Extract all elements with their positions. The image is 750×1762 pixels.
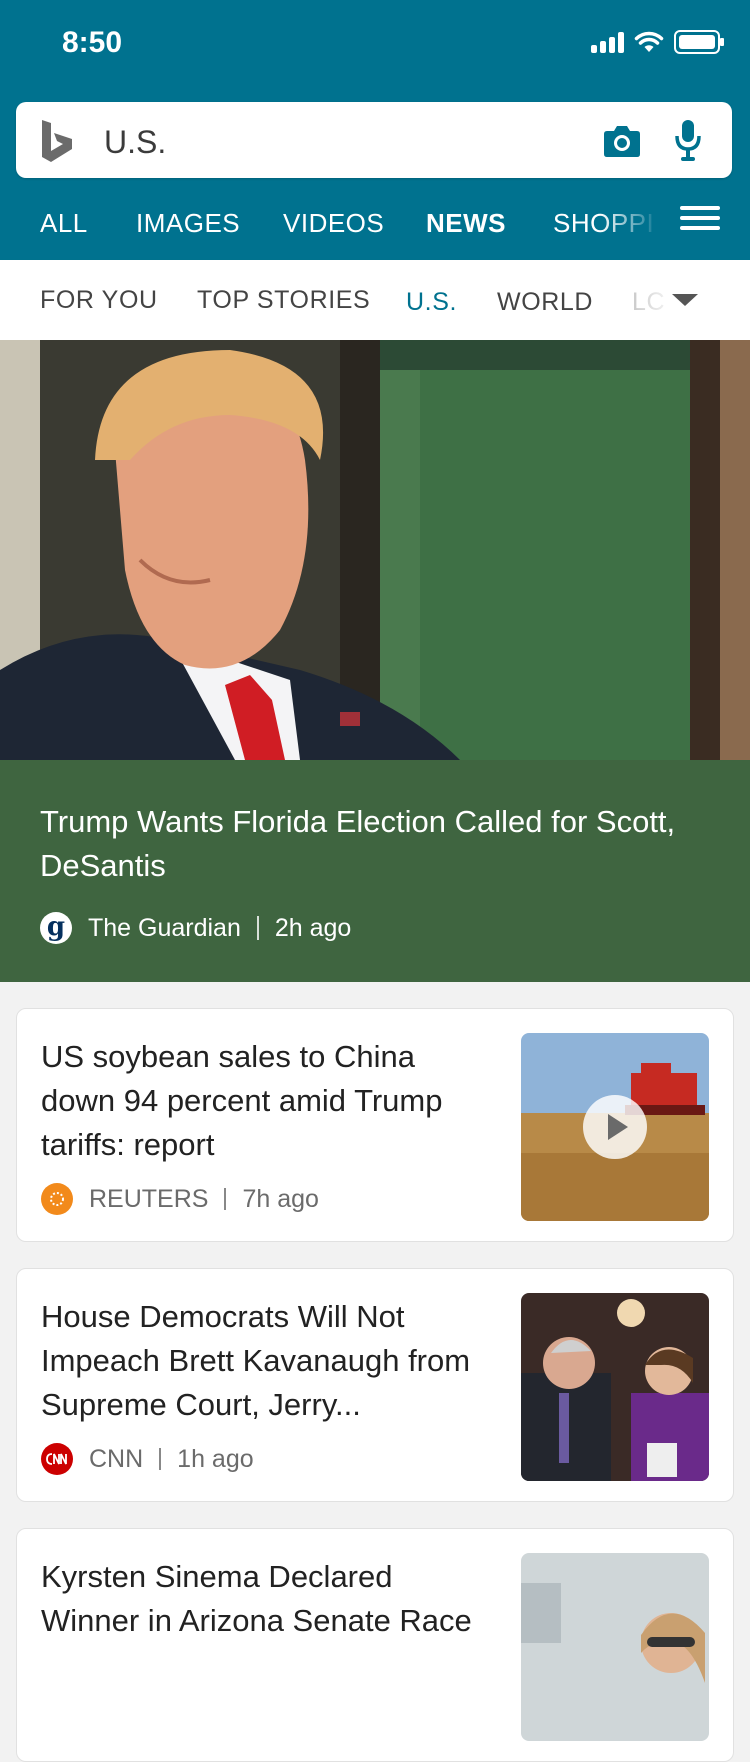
article-headline[interactable]: Kyrsten Sinema Declared Winner in Arizon… [41, 1555, 481, 1643]
news-card-kavanaugh[interactable]: House Democrats Will Not Impeach Brett K… [16, 1268, 734, 1502]
hero-image[interactable] [0, 340, 750, 760]
article-thumbnail[interactable] [521, 1293, 709, 1481]
guardian-logo-icon: g [40, 912, 72, 944]
article-meta: REUTERS 7h ago [41, 1183, 319, 1215]
hamburger-menu-icon[interactable] [680, 200, 720, 240]
hero-photo-illustration [0, 340, 750, 760]
democrats-photo [521, 1293, 709, 1481]
bing-logo-icon[interactable] [38, 118, 78, 164]
meta-divider [159, 1448, 162, 1470]
article-headline[interactable]: House Democrats Will Not Impeach Brett K… [41, 1295, 481, 1427]
news-card-sinema[interactable]: Kyrsten Sinema Declared Winner in Arizon… [16, 1528, 734, 1762]
subtab-us[interactable]: U.S. [406, 288, 457, 317]
wifi-icon [634, 31, 664, 52]
status-time: 8:50 [62, 26, 123, 59]
subtab-for-you[interactable]: FOR YOU [40, 286, 158, 315]
tabs-fade-overlay [600, 188, 750, 260]
subtab-world[interactable]: WORLD [497, 288, 593, 317]
article-source: REUTERS [89, 1184, 209, 1213]
cnn-logo-icon [41, 1443, 73, 1475]
meta-divider [256, 916, 259, 940]
search-input[interactable]: U.S. [104, 124, 166, 161]
hero-article[interactable]: Trump Wants Florida Election Called for … [0, 760, 750, 982]
hero-headline[interactable]: Trump Wants Florida Election Called for … [40, 800, 720, 888]
battery-icon [674, 30, 724, 54]
play-video-icon[interactable] [583, 1095, 647, 1159]
tab-videos[interactable]: VIDEOS [283, 208, 384, 239]
article-meta: CNN 1h ago [41, 1443, 254, 1475]
article-thumbnail[interactable] [521, 1553, 709, 1741]
microphone-icon[interactable] [672, 118, 704, 162]
hero-meta: g The Guardian 2h ago [40, 912, 351, 944]
guardian-logo-letter: g [46, 911, 66, 942]
subtab-top-stories[interactable]: TOP STORIES [197, 286, 370, 315]
news-category-tabs: FOR YOU TOP STORIES U.S. WORLD LC [0, 260, 750, 340]
hero-source: The Guardian [88, 913, 241, 942]
tab-news[interactable]: NEWS [426, 208, 506, 239]
news-card-soybean[interactable]: US soybean sales to China down 94 percen… [16, 1008, 734, 1242]
cellular-signal-icon [591, 31, 624, 53]
article-thumbnail[interactable] [521, 1033, 709, 1221]
article-headline[interactable]: US soybean sales to China down 94 percen… [41, 1035, 481, 1167]
sinema-photo [521, 1553, 709, 1741]
meta-divider [224, 1188, 227, 1210]
article-time: 1h ago [177, 1444, 254, 1473]
search-box[interactable]: U.S. [16, 102, 732, 178]
tab-images[interactable]: IMAGES [136, 208, 240, 239]
tab-all[interactable]: ALL [40, 208, 88, 239]
chevron-down-icon[interactable] [672, 294, 698, 306]
hero-time: 2h ago [274, 913, 352, 942]
status-icons [591, 30, 724, 54]
status-bar: 8:50 [0, 0, 750, 92]
article-time: 7h ago [242, 1184, 319, 1213]
reuters-logo-icon [41, 1183, 73, 1215]
article-source: CNN [89, 1444, 144, 1473]
camera-search-icon[interactable] [602, 122, 642, 160]
